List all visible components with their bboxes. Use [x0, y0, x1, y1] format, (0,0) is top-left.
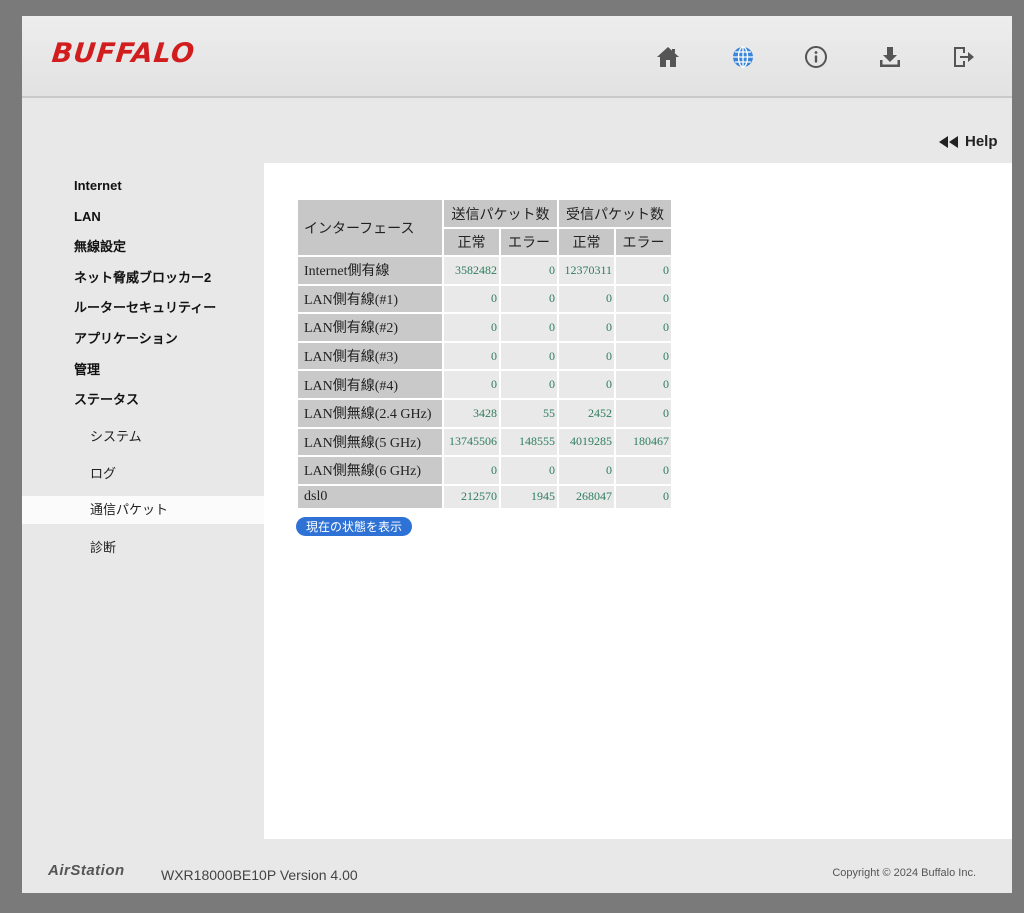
tx-error-value: 148555 [499, 426, 559, 458]
recv-error-header: エラー [614, 227, 673, 257]
interface-header: インターフェース [296, 198, 444, 257]
sidebar-item-internet[interactable]: Internet [22, 171, 264, 202]
tx-ok-value: 0 [442, 340, 501, 372]
sidebar-item-wireless[interactable]: 無線設定 [22, 232, 264, 263]
rx-error-value: 0 [614, 312, 673, 343]
tx-error-value: 55 [499, 397, 559, 429]
tx-error-value: 0 [499, 312, 559, 343]
interface-name: LAN側無線(2.4 GHz) [296, 397, 444, 429]
help-label: Help [965, 133, 998, 150]
interface-name: LAN側無線(5 GHz) [296, 426, 444, 458]
interface-name: Internet側有線 [296, 255, 444, 286]
sidebar-item-router-security[interactable]: ルーターセキュリティー [22, 293, 264, 324]
show-current-status-button[interactable]: 現在の状態を表示 [296, 517, 412, 536]
table-row: LAN側有線(#1) 0 0 0 0 [296, 283, 673, 315]
rx-ok-value: 4019285 [557, 426, 616, 458]
recv-ok-header: 正常 [557, 227, 616, 257]
rx-ok-value: 2452 [557, 397, 616, 429]
rx-error-value: 0 [614, 283, 673, 315]
download-icon[interactable] [875, 42, 905, 72]
sidebar-item-lan[interactable]: LAN [22, 202, 264, 233]
tx-ok-value: 0 [442, 283, 501, 315]
double-left-arrow-icon [939, 135, 958, 148]
sidebar-item-applications[interactable]: アプリケーション [22, 324, 264, 355]
help-link[interactable]: Help [939, 133, 998, 150]
rx-ok-value: 0 [557, 312, 616, 343]
tx-ok-value: 212570 [442, 483, 501, 510]
recv-packets-header: 受信パケット数 [557, 198, 673, 229]
send-packets-header: 送信パケット数 [442, 198, 559, 229]
tx-error-value: 0 [499, 283, 559, 315]
rx-error-value: 0 [614, 455, 673, 486]
interface-name: dsl0 [296, 483, 444, 510]
tx-error-value: 0 [499, 255, 559, 286]
tx-ok-value: 0 [442, 455, 501, 486]
tx-error-value: 1945 [499, 483, 559, 510]
main-content: インターフェース 送信パケット数 受信パケット数 正常 エラー 正常 エラー I… [264, 163, 1012, 839]
table-row: Internet側有線 3582482 0 12370311 0 [296, 255, 673, 286]
logout-icon[interactable] [948, 42, 978, 72]
interface-name: LAN側有線(#3) [296, 340, 444, 372]
tx-error-value: 0 [499, 369, 559, 400]
table-row: LAN側有線(#3) 0 0 0 0 [296, 340, 673, 372]
rx-error-value: 180467 [614, 426, 673, 458]
info-icon[interactable] [801, 42, 831, 72]
rx-error-value: 0 [614, 255, 673, 286]
rx-ok-value: 268047 [557, 483, 616, 510]
table-row: LAN側無線(6 GHz) 0 0 0 0 [296, 455, 673, 486]
sidebar-item-threat-blocker[interactable]: ネット脅威ブロッカー2 [22, 263, 264, 294]
copyright: Copyright © 2024 Buffalo Inc. [832, 867, 976, 879]
tx-ok-value: 13745506 [442, 426, 501, 458]
table-row: LAN側有線(#2) 0 0 0 0 [296, 312, 673, 343]
rx-ok-value: 0 [557, 283, 616, 315]
table-row: LAN側無線(2.4 GHz) 3428 55 2452 0 [296, 397, 673, 429]
top-header: BUFFALO [22, 16, 1012, 98]
model-version: WXR18000BE10P Version 4.00 [161, 867, 358, 883]
rx-ok-value: 12370311 [557, 255, 616, 286]
rx-error-value: 0 [614, 397, 673, 429]
home-icon[interactable] [653, 42, 683, 72]
packet-table: インターフェース 送信パケット数 受信パケット数 正常 エラー 正常 エラー I… [296, 198, 673, 510]
rx-ok-value: 0 [557, 340, 616, 372]
airstation-logo: AirStation [48, 862, 125, 879]
interface-name: LAN側無線(6 GHz) [296, 455, 444, 486]
sidebar-subitem-system[interactable]: システム [22, 418, 264, 455]
rx-error-value: 0 [614, 483, 673, 510]
tx-ok-value: 3582482 [442, 255, 501, 286]
interface-name: LAN側有線(#4) [296, 369, 444, 400]
rx-error-value: 0 [614, 340, 673, 372]
sidebar-menu: Internet LAN 無線設定 ネット脅威ブロッカー2 ルーターセキュリティ… [22, 171, 264, 566]
tx-ok-value: 3428 [442, 397, 501, 429]
send-error-header: エラー [499, 227, 559, 257]
router-admin-window: BUFFALO Help Internet LAN 無線設定 ネット脅威ブロッカ… [22, 16, 1012, 893]
sidebar-subitem-diagnostics[interactable]: 診断 [22, 529, 264, 566]
sidebar-item-admin[interactable]: 管理 [22, 355, 264, 386]
buffalo-logo: BUFFALO [50, 38, 197, 69]
interface-name: LAN側有線(#1) [296, 283, 444, 315]
sidebar-subitem-log[interactable]: ログ [22, 455, 264, 492]
sidebar-subitem-packets[interactable]: 通信パケット [22, 495, 264, 524]
tx-error-value: 0 [499, 455, 559, 486]
tx-ok-value: 0 [442, 369, 501, 400]
rx-error-value: 0 [614, 369, 673, 400]
tx-error-value: 0 [499, 340, 559, 372]
sidebar-item-status[interactable]: ステータス [22, 385, 264, 416]
tx-ok-value: 0 [442, 312, 501, 343]
send-ok-header: 正常 [442, 227, 501, 257]
globe-icon[interactable] [728, 42, 758, 72]
interface-name: LAN側有線(#2) [296, 312, 444, 343]
table-row: dsl0 212570 1945 268047 0 [296, 483, 673, 510]
table-row: LAN側有線(#4) 0 0 0 0 [296, 369, 673, 400]
table-row: LAN側無線(5 GHz) 13745506 148555 4019285 18… [296, 426, 673, 458]
rx-ok-value: 0 [557, 369, 616, 400]
rx-ok-value: 0 [557, 455, 616, 486]
